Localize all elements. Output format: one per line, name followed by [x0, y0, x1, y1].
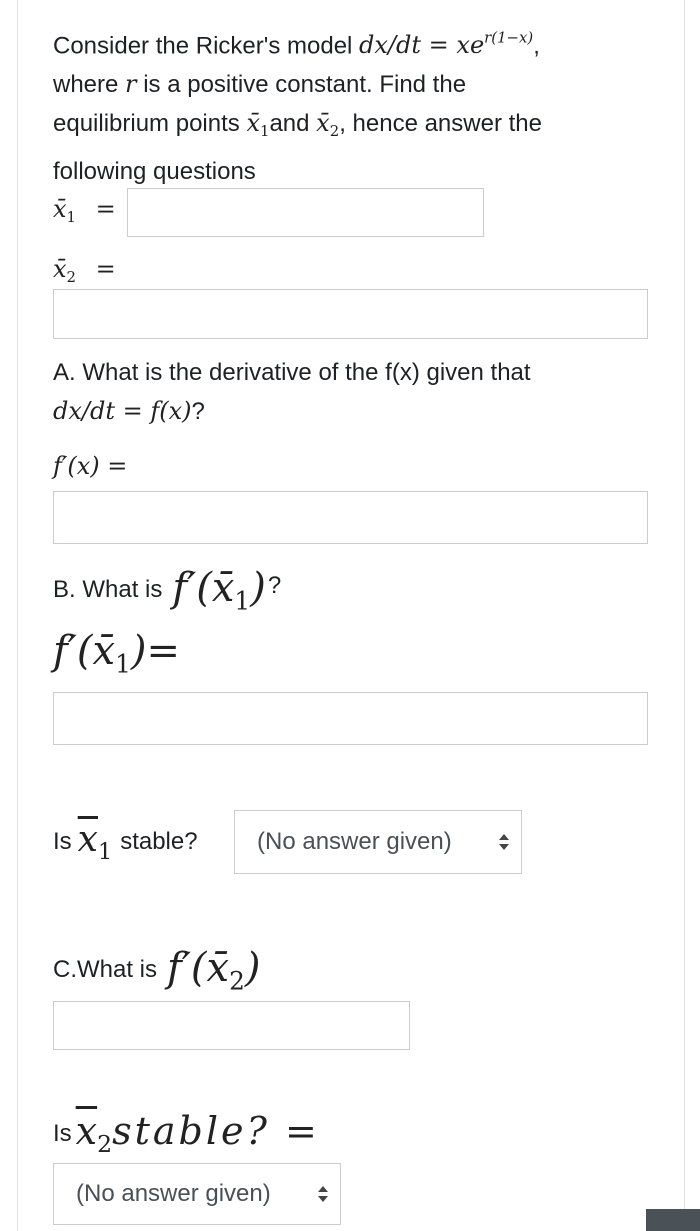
- footer-corner-block: [646, 1209, 700, 1231]
- question-intro: Consider the Ricker's model dx/dt = xer(…: [53, 19, 653, 191]
- stability-x2-question: Is x2stable? =: [53, 1109, 320, 1159]
- f-prime-x1-answer-input[interactable]: [53, 692, 648, 745]
- x1-answer-input[interactable]: [127, 188, 484, 237]
- content-left-border: [17, 0, 18, 1231]
- select-arrows-icon: [318, 1186, 328, 1202]
- question-a: A. What is the derivative of the f(x) gi…: [53, 359, 531, 425]
- stability-x1-question: Is x1 stable?: [53, 819, 198, 865]
- derivative-answer-input[interactable]: [53, 491, 648, 544]
- intro-line-2: where r is a positive constant. Find the: [53, 70, 467, 99]
- content-right-border: [684, 0, 685, 1231]
- question-b-math: f′(x̄1): [172, 564, 266, 616]
- question-c: C.What is f′(x̄2): [53, 944, 261, 996]
- x1-stability-select[interactable]: (No answer given): [234, 810, 522, 874]
- x2-label: x̄2 =: [53, 255, 116, 287]
- intro-line-1: Consider the Ricker's model dx/dt = xer(…: [53, 29, 540, 60]
- f-prime-x2-answer-input[interactable]: [53, 1001, 410, 1050]
- question-b-answer-label: f′(x̄1)=: [53, 628, 180, 679]
- ricker-equation: dx/dt = xer(1−x): [359, 29, 534, 60]
- select-arrows-icon: [499, 834, 509, 850]
- stability-x2-math: x2stable? =: [75, 1109, 320, 1159]
- question-a-answer-label: f′(x) =: [53, 452, 128, 480]
- question-c-math: f′(x̄2): [167, 944, 261, 996]
- stability-x1-math: x1: [77, 819, 113, 865]
- intro-line-4: following questions: [53, 157, 256, 185]
- question-b: B. What is f′(x̄1) ?: [53, 564, 282, 616]
- x1-label: x̄1 =: [53, 195, 116, 227]
- x2-answer-input[interactable]: [53, 289, 648, 339]
- x2-stability-select[interactable]: (No answer given): [53, 1163, 341, 1225]
- intro-line-3: equilibrium points x̄1and x̄2, hence ans…: [53, 109, 542, 141]
